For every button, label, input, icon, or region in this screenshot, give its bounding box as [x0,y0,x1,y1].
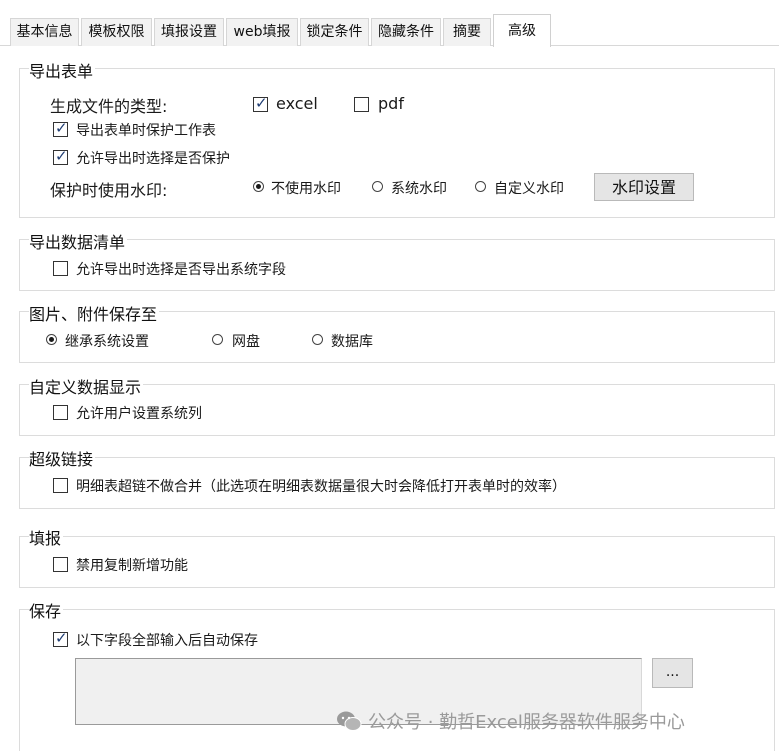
watermark-text: 公众号 · 勤哲Excel服务器软件服务中心 [368,712,685,733]
wechat-icon [337,711,362,731]
disable-copy-label: 禁用复制新增功能 [76,558,188,574]
allow-user-columns-label: 允许用户设置系统列 [76,406,202,422]
check-icon: ✓ [255,94,268,112]
file-type-label: 生成文件的类型: [50,97,168,116]
tab-template-permissions[interactable]: 模板权限 [81,18,152,46]
save-legend: 保存 [29,598,64,622]
autosave-checkbox[interactable]: ✓ [53,629,68,647]
export-list-legend: 导出数据清单 [29,229,128,253]
fill-legend: 填报 [29,525,64,549]
allow-system-fields-label: 允许导出时选择是否导出系统字段 [76,262,286,278]
no-watermark-label: 不使用水印 [271,181,341,197]
export-form-legend: 导出表单 [29,58,96,82]
no-merge-label: 明细表超链不做合并（此选项在明细表数据量很大时会降低打开表单时的效率） [76,479,566,495]
radio-netdisk[interactable] [212,334,223,345]
tab-fill-settings[interactable]: 填报设置 [154,18,224,46]
allow-choose-protect-label: 允许导出时选择是否保护 [76,151,230,167]
no-merge-checkbox[interactable] [53,478,68,493]
watermark-label: 保护时使用水印: [50,181,168,200]
tab-hide-conditions[interactable]: 隐藏条件 [371,18,441,46]
radio-dot-icon [49,337,54,342]
protect-sheet-label: 导出表单时保护工作表 [76,123,216,139]
tab-advanced[interactable]: 高级 [493,14,551,47]
protect-sheet-checkbox[interactable]: ✓ [53,119,68,137]
tab-web-fill[interactable]: web填报 [226,18,298,46]
database-label: 数据库 [331,334,373,350]
tab-summary[interactable]: 摘要 [443,18,491,46]
radio-custom-watermark[interactable] [475,181,486,192]
allow-system-fields-checkbox[interactable] [53,261,68,276]
allow-choose-protect-checkbox[interactable]: ✓ [53,147,68,165]
watermark-settings-button[interactable]: 水印设置 [594,173,694,201]
radio-system-watermark[interactable] [372,181,383,192]
tab-bar: 基本信息 模板权限 填报设置 web填报 锁定条件 隐藏条件 摘要 高级 [0,0,779,47]
tab-basic-info[interactable]: 基本信息 [10,18,79,46]
excel-label: excel [276,94,318,113]
system-watermark-label: 系统水印 [391,181,447,197]
disable-copy-checkbox[interactable] [53,557,68,572]
check-icon: ✓ [55,147,68,165]
autosave-label: 以下字段全部输入后自动保存 [76,633,258,649]
pdf-label: pdf [378,94,404,113]
netdisk-label: 网盘 [232,334,260,350]
radio-dot-icon [256,184,261,189]
check-icon: ✓ [55,119,68,137]
excel-checkbox[interactable]: ✓ [253,94,268,112]
tab-lock-conditions[interactable]: 锁定条件 [300,18,369,46]
radio-database[interactable] [312,334,323,345]
attachments-legend: 图片、附件保存至 [29,301,160,325]
check-icon: ✓ [55,629,68,647]
custom-display-legend: 自定义数据显示 [29,374,144,398]
radio-inherit-system[interactable] [46,334,57,345]
hyperlink-legend: 超级链接 [29,446,96,470]
allow-user-columns-checkbox[interactable] [53,405,68,420]
radio-no-watermark[interactable] [253,181,264,192]
custom-watermark-label: 自定义水印 [494,181,564,197]
inherit-system-label: 继承系统设置 [65,334,149,350]
browse-fields-button[interactable]: ... [652,658,693,688]
pdf-checkbox[interactable] [354,97,369,112]
